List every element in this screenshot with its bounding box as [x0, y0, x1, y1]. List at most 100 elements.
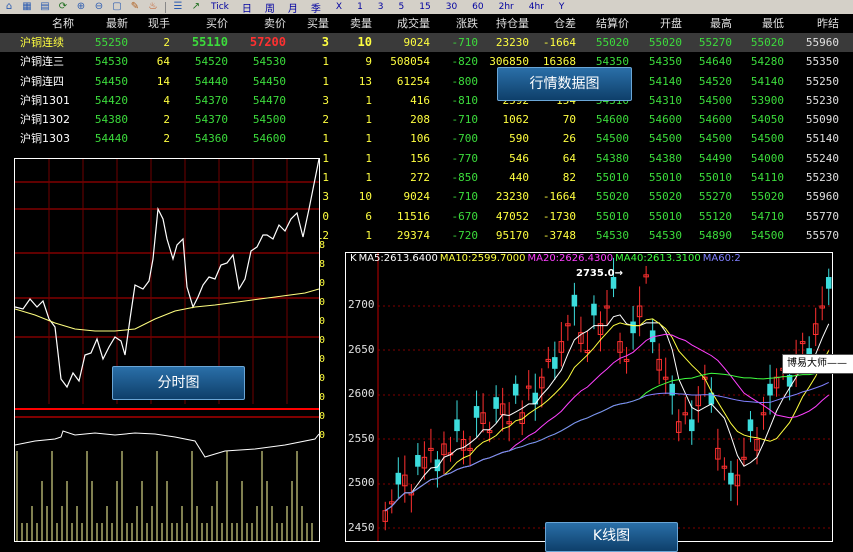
line-chart-icon[interactable]: ↗	[189, 1, 203, 13]
refresh-icon[interactable]: ⟳	[56, 1, 70, 13]
cell-chg: -720	[451, 228, 479, 242]
table-icon[interactable]: ▦	[20, 1, 34, 13]
data-chart-label[interactable]: 行情数据图	[497, 67, 632, 101]
cell-prev: 55960	[805, 190, 839, 204]
cell-open: 54380	[648, 151, 682, 165]
cell-open: 54530	[648, 228, 682, 242]
col-bid[interactable]: 买价	[178, 14, 228, 33]
cell-set: 55010	[595, 209, 629, 223]
cell-oid: 70	[562, 113, 576, 127]
period-button-7[interactable]: 5	[399, 2, 405, 12]
cell-tv: 272	[410, 171, 430, 185]
candle-body	[767, 383, 773, 396]
period-button-3[interactable]: 季	[311, 0, 321, 15]
col-prev-settle[interactable]: 昨结	[795, 14, 839, 33]
col-total-volume[interactable]: 成交量	[380, 14, 430, 33]
period-button-1[interactable]: 周	[265, 0, 275, 15]
cell-aq: 10	[358, 190, 372, 204]
period-button-6[interactable]: 3	[378, 2, 384, 12]
cell-open: 55010	[648, 171, 682, 185]
cell-vol: 2	[163, 132, 170, 146]
cell-tv: 9024	[403, 36, 431, 49]
cell-bid: 54440	[194, 74, 228, 88]
table-row[interactable]: 沪铜连四 54450 14 54440 54450 1 13 61254 -800 54140 54…	[0, 72, 853, 91]
period-button-4[interactable]: X	[336, 2, 342, 12]
col-name[interactable]: 名称	[52, 14, 74, 33]
table-row[interactable]: 沪铜1301544204543705447031416-810259215454…	[0, 91, 853, 110]
cell-tv: 29374	[396, 228, 430, 242]
period-button-2[interactable]: 月	[288, 0, 298, 15]
period-button-10[interactable]: 60	[472, 2, 483, 12]
col-open-interest[interactable]: 持仓量	[485, 14, 529, 33]
zoom-in-icon[interactable]: ⊕	[74, 1, 88, 13]
cell-oid: 82	[562, 171, 576, 185]
table-row[interactable]: 沪铜连三 54530 64 54520 54530 1 9 508054 -820 306850 1…	[0, 52, 853, 71]
col-high[interactable]: 最高	[688, 14, 732, 33]
period-button-12[interactable]: 4hr	[529, 2, 544, 12]
table-row[interactable]: 沪铜1303 54440 2 54360 54600 1 1 106 -700 590 26 5450…	[0, 129, 853, 148]
cell-chg: -700	[451, 132, 479, 146]
zoom-out-icon[interactable]: ⊖	[92, 1, 106, 13]
k-chart-label[interactable]: K线图	[545, 522, 678, 552]
col-bid-qty[interactable]: 买量	[295, 14, 329, 33]
cell-high: 55270	[698, 36, 732, 49]
period-button-13[interactable]: Y	[559, 2, 565, 12]
cell-chg: -800	[451, 74, 479, 88]
col-oi-diff[interactable]: 仓差	[532, 14, 576, 33]
candle-body	[747, 419, 754, 432]
cell-bq: 3	[321, 35, 329, 49]
candle-body	[825, 277, 832, 289]
k-chart-panel[interactable]	[345, 252, 833, 542]
col-ask-qty[interactable]: 卖量	[335, 14, 372, 33]
tick-button[interactable]: Tick	[211, 2, 229, 12]
cell-set: 55010	[595, 171, 629, 185]
time-chart-label[interactable]: 分时图	[112, 366, 245, 400]
col-change[interactable]: 涨跌	[440, 14, 478, 33]
cell-bid: 54520	[194, 55, 228, 69]
cell-chg: -710	[451, 36, 479, 49]
candle-body	[415, 455, 421, 467]
cell-last: 54440	[94, 132, 128, 146]
cell-aq: 10	[357, 35, 372, 49]
home-icon[interactable]: ⌂	[2, 1, 16, 13]
period-button-11[interactable]: 2hr	[499, 2, 514, 12]
time-chart-panel[interactable]	[14, 158, 320, 542]
cell-chg: -710	[451, 190, 479, 204]
list-view-icon[interactable]: ☰	[171, 1, 185, 13]
oi-line	[14, 430, 320, 458]
peak-value: 2735.0	[576, 268, 615, 279]
toolbar-separator	[165, 1, 166, 13]
period-button-9[interactable]: 30	[446, 2, 457, 12]
cell-high: 54890	[698, 228, 732, 242]
cell-chg: -670	[451, 209, 479, 223]
cell-name: 沪铜1302	[20, 113, 70, 127]
col-open[interactable]: 开盘	[638, 14, 682, 33]
cell-name: 沪铜连续	[20, 36, 64, 49]
alert-icon[interactable]: ♨	[146, 1, 160, 13]
period-button-8[interactable]: 15	[419, 2, 430, 12]
edit-icon[interactable]: ✎	[128, 1, 142, 13]
k-chart-peak-label: 2735.0→	[576, 268, 623, 279]
table-row[interactable]: 沪铜连续 55250 2 55110 57200 3 10 9024 -710 23230 -166…	[0, 33, 853, 53]
table-row[interactable]: 沪铜1302 54380 2 54370 54500 2 1 208 -710 1062 70 546…	[0, 110, 853, 129]
period-button-5[interactable]: 1	[357, 2, 363, 12]
cell-high: 54490	[698, 151, 732, 165]
cell-bid: 54370	[194, 93, 228, 107]
col-vol[interactable]: 现手	[130, 14, 170, 33]
cell-open: 55020	[648, 36, 682, 49]
window-icon[interactable]: ▢	[110, 1, 124, 13]
col-low[interactable]: 最低	[740, 14, 784, 33]
cell-oid: 26	[562, 132, 576, 146]
grid-icon[interactable]: ▤	[38, 1, 52, 13]
cell-bq: 1	[322, 132, 329, 146]
col-ask[interactable]: 卖价	[236, 14, 286, 33]
cell-tv: 9024	[403, 190, 431, 204]
cell-oi: 47052	[495, 209, 529, 223]
cell-bq: 1	[322, 74, 329, 88]
col-last[interactable]: 最新	[80, 14, 128, 33]
period-button-0[interactable]: 日	[242, 0, 252, 15]
cell-bq: 3	[322, 93, 329, 107]
cell-name: 沪铜连三	[20, 55, 64, 69]
cell-high: 54500	[698, 132, 732, 146]
col-settle[interactable]: 结算价	[585, 14, 629, 33]
